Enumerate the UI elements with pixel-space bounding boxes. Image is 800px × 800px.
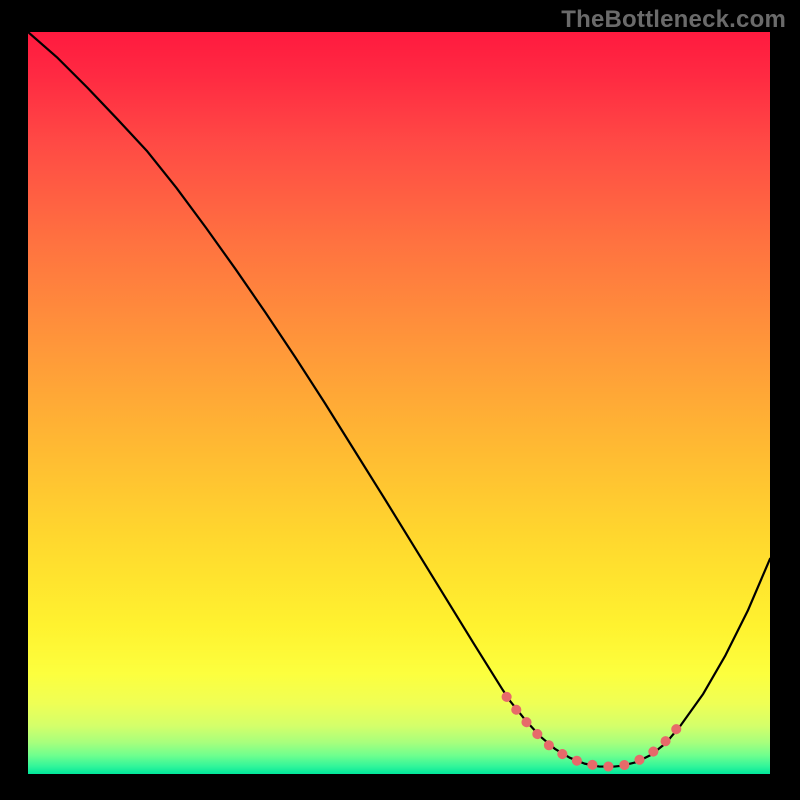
plot-area: [28, 32, 770, 774]
chart-container: TheBottleneck.com: [0, 0, 800, 800]
watermark-label: TheBottleneck.com: [561, 6, 786, 34]
chart-svg: [28, 32, 770, 774]
